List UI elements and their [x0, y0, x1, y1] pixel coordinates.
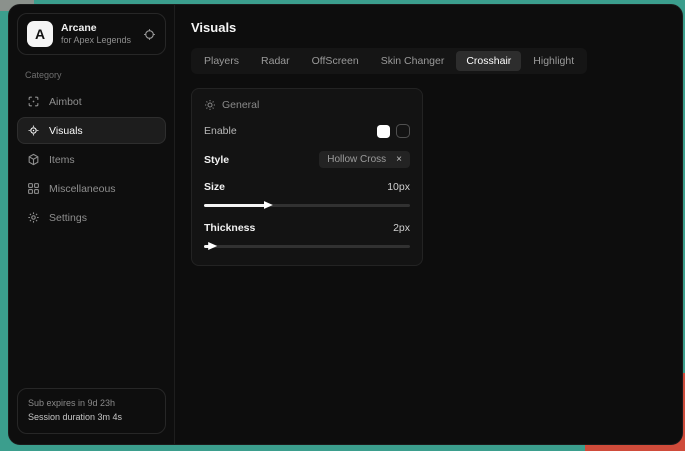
panel-header-label: General	[222, 99, 259, 111]
slider-track	[204, 245, 410, 248]
style-value: Hollow Cross	[327, 154, 386, 165]
subscription-info-card: Sub expires in 9d 23h Session duration 3…	[17, 388, 166, 434]
clear-icon[interactable]: ×	[396, 155, 402, 165]
enable-label: Enable	[204, 125, 237, 137]
panel-header: General	[204, 99, 410, 111]
sidebar-item-label: Miscellaneous	[49, 183, 116, 195]
enable-row: Enable	[204, 124, 410, 138]
size-value: 10px	[387, 181, 410, 193]
size-row: Size 10px	[204, 181, 410, 193]
sub-expires-text: Sub expires in 9d 23h	[28, 397, 155, 411]
slider-fill	[204, 204, 266, 208]
eye-scan-icon	[26, 124, 40, 137]
grid-icon	[26, 182, 40, 195]
sidebar-item-label: Items	[49, 154, 75, 166]
logo-text: Arcane for Apex Legends	[61, 22, 135, 46]
tab-offscreen[interactable]: OffScreen	[302, 51, 369, 71]
tab-crosshair[interactable]: Crosshair	[456, 51, 521, 71]
app-title: Arcane	[61, 22, 135, 35]
target-icon	[26, 95, 40, 108]
tab-radar[interactable]: Radar	[251, 51, 300, 71]
size-slider[interactable]	[204, 201, 410, 209]
box-icon	[26, 153, 40, 166]
app-window: A Arcane for Apex Legends Category Aimbo	[8, 4, 683, 445]
sun-settings-icon	[204, 99, 216, 111]
gear-icon	[26, 211, 40, 224]
app-logo: A	[27, 21, 53, 47]
thickness-label: Thickness	[204, 222, 255, 234]
sidebar-item-settings[interactable]: Settings	[17, 204, 166, 231]
tab-highlight[interactable]: Highlight	[523, 51, 584, 71]
size-label: Size	[204, 181, 225, 193]
sidebar-item-aimbot[interactable]: Aimbot	[17, 88, 166, 115]
sidebar-item-items[interactable]: Items	[17, 146, 166, 173]
slider-thumb[interactable]	[264, 201, 273, 209]
general-panel: General Enable Style Hollow Cross × Size…	[191, 88, 423, 266]
visuals-tabbar: Players Radar OffScreen Skin Changer Cro…	[191, 48, 587, 74]
logo-card: A Arcane for Apex Legends	[17, 13, 166, 55]
tab-players[interactable]: Players	[194, 51, 249, 71]
page-title: Visuals	[191, 20, 666, 35]
sidebar-item-label: Visuals	[49, 125, 83, 137]
style-select[interactable]: Hollow Cross ×	[319, 151, 410, 168]
main-content: Visuals Players Radar OffScreen Skin Cha…	[175, 5, 682, 444]
sidebar-item-visuals[interactable]: Visuals	[17, 117, 166, 144]
thickness-slider[interactable]	[204, 242, 410, 250]
sidebar-item-label: Aimbot	[49, 96, 82, 108]
style-label: Style	[204, 154, 229, 166]
sidebar-item-miscellaneous[interactable]: Miscellaneous	[17, 175, 166, 202]
crosshair-icon[interactable]	[143, 28, 156, 41]
enable-checkbox[interactable]	[396, 124, 410, 138]
color-swatch[interactable]	[377, 125, 390, 138]
tab-skin-changer[interactable]: Skin Changer	[371, 51, 455, 71]
sidebar: A Arcane for Apex Legends Category Aimbo	[9, 5, 175, 444]
thickness-row: Thickness 2px	[204, 222, 410, 234]
sidebar-item-label: Settings	[49, 212, 87, 224]
app-subtitle: for Apex Legends	[61, 35, 135, 46]
thickness-value: 2px	[393, 222, 410, 234]
slider-thumb[interactable]	[208, 242, 217, 250]
session-duration-text: Session duration 3m 4s	[28, 411, 155, 425]
style-row: Style Hollow Cross ×	[204, 151, 410, 168]
category-label: Category	[25, 70, 166, 80]
